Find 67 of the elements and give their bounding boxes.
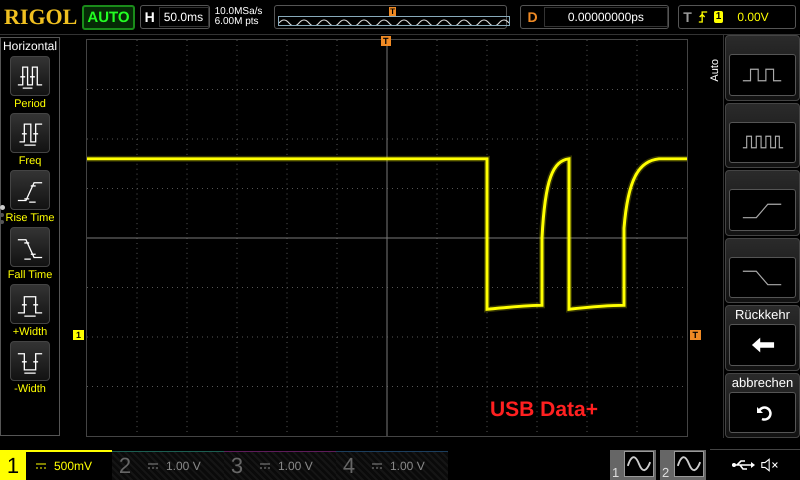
measure-label[interactable]: +Width	[12, 326, 48, 338]
softkey-button[interactable]	[725, 238, 800, 303]
dc-coupling-icon	[36, 463, 46, 469]
measure-label[interactable]: Period	[14, 98, 46, 110]
usb-icon	[731, 459, 755, 471]
softkey-button[interactable]	[725, 170, 800, 236]
signal-label: USB Data+	[490, 398, 598, 422]
timebase-box[interactable]: H 50.0ms	[140, 5, 210, 29]
channel-scale: 500mV	[54, 459, 92, 473]
generator-number: 1	[612, 465, 620, 480]
channel-scale: 1.00 V	[166, 459, 201, 473]
dc-coupling-icon	[260, 463, 270, 469]
trigger-source: 1	[714, 11, 724, 23]
measure-button[interactable]	[10, 56, 50, 96]
softkey-button[interactable]: abbrechen	[725, 372, 800, 438]
generator-button[interactable]: 2	[660, 450, 706, 480]
memory-depth: 6.00M pts	[214, 17, 260, 27]
channel-number: 2	[118, 452, 132, 480]
measure-button[interactable]	[10, 341, 50, 381]
delay-value: 0.00000000ps	[544, 7, 668, 27]
channel-scale: 1.00 V	[278, 459, 313, 473]
menu-title: Horizontal	[2, 39, 58, 53]
channel-number: 3	[230, 452, 244, 480]
softkey-button[interactable]	[725, 102, 800, 168]
timebase-value: 50.0ms	[158, 7, 209, 27]
softkey-label: abbrechen	[730, 374, 794, 392]
softkey-label: Rückkehr	[734, 306, 791, 324]
sine-wave-icon	[674, 451, 704, 477]
channel-tab[interactable]: 3 1.00 V	[224, 451, 336, 480]
measure-button[interactable]	[10, 284, 50, 324]
dc-coupling-icon	[148, 463, 158, 469]
softkey-button[interactable]	[725, 35, 800, 100]
generator-number: 2	[662, 465, 670, 480]
softkey-button[interactable]: Rückkehr	[725, 305, 800, 370]
measure-label[interactable]: Fall Time	[8, 269, 52, 281]
measure-label[interactable]: Rise Time	[6, 212, 54, 224]
channel-tab[interactable]: 4 1.00 V	[336, 451, 448, 480]
channel-number: 1	[0, 452, 26, 480]
trigger-level: 0.00V	[737, 10, 769, 24]
trigger-position-marker[interactable]: T	[381, 36, 390, 46]
channel-ground-marker[interactable]: 1	[73, 330, 84, 340]
measure-button[interactable]	[10, 113, 50, 153]
channel-tab[interactable]: 1 500mV	[0, 450, 112, 480]
horizontal-label: H	[144, 9, 156, 25]
channel-number: 4	[342, 452, 356, 480]
trigger-label: T	[683, 9, 692, 25]
dc-coupling-icon	[372, 463, 382, 469]
sample-rate: 10.0MSa/s	[214, 7, 264, 17]
channel-scale: 1.00 V	[390, 459, 425, 473]
trigger-position-marker: T	[389, 7, 396, 16]
measure-label[interactable]: Freq	[18, 155, 42, 167]
generator-button[interactable]: 1	[610, 450, 656, 480]
rising-edge-icon	[698, 10, 708, 24]
delay-box[interactable]: D 0.00000000ps	[520, 5, 670, 29]
channel-tab[interactable]: 2 1.00 V	[112, 451, 224, 480]
speaker-muted-icon	[761, 457, 779, 473]
sine-wave-icon	[624, 451, 654, 477]
brand-logo: RIGOL	[4, 4, 78, 30]
back-arrow-icon	[750, 336, 774, 354]
delay-label: D	[526, 9, 539, 25]
measure-label[interactable]: -Width	[14, 383, 46, 395]
measure-button[interactable]	[10, 170, 50, 210]
trigger-box[interactable]: T 1 0.00V	[678, 5, 796, 29]
trigger-level-marker[interactable]: T	[690, 330, 701, 340]
measure-button[interactable]	[10, 227, 50, 267]
run-state-badge[interactable]: AUTO	[82, 4, 135, 30]
menu-tab-label: Auto	[709, 59, 722, 82]
